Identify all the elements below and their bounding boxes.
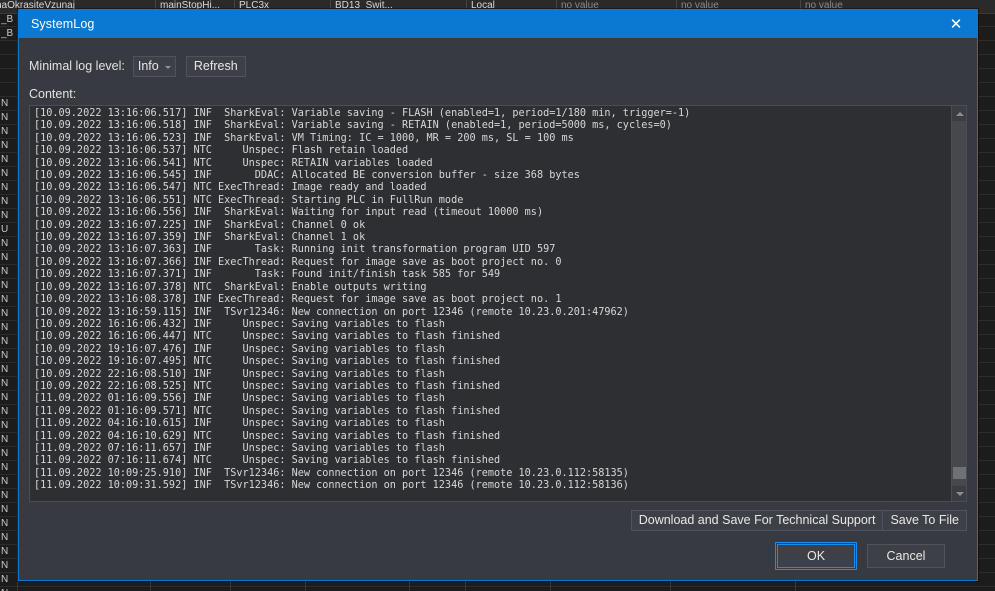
log-line: [10.09.2022 22:16:08.525] NTC Unspec: Sa… — [34, 380, 501, 392]
background-row-label: N — [1, 140, 9, 151]
dialog-title: SystemLog — [31, 17, 95, 31]
background-row-label: N — [1, 182, 9, 193]
background-row-label: N — [1, 560, 9, 571]
log-line: [11.09.2022 07:16:11.657] INF Unspec: Sa… — [34, 442, 445, 454]
log-vertical-scrollbar[interactable] — [951, 106, 966, 501]
log-line: [10.09.2022 13:16:06.545] INF DDAC: Allo… — [34, 170, 580, 182]
background-row-label: N — [1, 364, 9, 375]
log-line: [10.09.2022 22:16:08.510] INF Unspec: Sa… — [34, 368, 445, 380]
background-row-label: N — [1, 587, 15, 591]
log-line: [10.09.2022 13:16:06.517] INF SharkEval:… — [34, 108, 691, 119]
background-row-label: N — [1, 126, 9, 137]
log-line: [11.09.2022 04:16:10.615] INF Unspec: Sa… — [34, 418, 445, 430]
refresh-button[interactable]: Refresh — [185, 55, 246, 77]
background-row-label: N — [1, 462, 9, 473]
background-row-label: N — [1, 406, 9, 417]
scrollbar-thumb[interactable] — [953, 467, 966, 479]
log-line: [10.09.2022 13:16:07.371] INF Task: Foun… — [34, 269, 501, 281]
background-row-label: U — [1, 224, 9, 235]
background-row-label: N — [1, 322, 9, 333]
log-text-area[interactable]: [10.09.2022 13:16:06.517] INF SharkEval:… — [30, 106, 951, 501]
log-line: [11.09.2022 10:09:31.592] INF TSvr12346:… — [34, 480, 629, 492]
dialog-titlebar: SystemLog ✕ — [19, 10, 977, 38]
background-row-label: N — [1, 168, 9, 179]
close-icon[interactable]: ✕ — [935, 10, 977, 38]
background-row-label: _B — [1, 28, 14, 39]
content-label: Content: — [29, 87, 77, 101]
background-row-label: N — [1, 504, 9, 515]
log-line: [10.09.2022 13:16:06.518] INF SharkEval:… — [34, 120, 672, 132]
log-line: [10.09.2022 16:16:06.432] INF Unspec: Sa… — [34, 318, 445, 330]
log-line: [10.09.2022 13:16:06.541] NTC Unspec: RE… — [34, 157, 433, 169]
background-row-label: N — [1, 294, 9, 305]
log-line: [10.09.2022 19:16:07.495] NTC Unspec: Sa… — [34, 356, 501, 368]
background-row-label: N — [1, 154, 9, 165]
log-line: [11.09.2022 01:16:09.571] NTC Unspec: Sa… — [34, 405, 501, 417]
background-row-label: N — [1, 420, 9, 431]
cancel-button[interactable]: Cancel — [867, 544, 945, 568]
background-row-label: N — [1, 532, 9, 543]
background-row-label: N — [1, 546, 9, 557]
log-line: [11.09.2022 01:16:09.556] INF Unspec: Sa… — [34, 393, 445, 405]
background-row-label: N — [1, 308, 9, 319]
log-line: [10.09.2022 13:16:07.366] INF ExecThread… — [34, 256, 562, 268]
background-row-label: N — [1, 350, 9, 361]
screen: chaOkrasiteVzunajmainStopHi...PLC3xBD13_… — [0, 0, 995, 591]
systemlog-dialog: SystemLog ✕ Minimal log level: Info Refr… — [18, 9, 978, 581]
log-line: [10.09.2022 19:16:07.476] INF Unspec: Sa… — [34, 343, 445, 355]
log-line: [10.09.2022 13:16:06.556] INF SharkEval:… — [34, 207, 544, 219]
chevron-down-icon — [164, 65, 171, 69]
log-line: [10.09.2022 13:16:06.523] INF SharkEval:… — [34, 132, 574, 144]
dialog-footer: OK Cancel — [29, 531, 967, 580]
chevron-down-icon — [955, 491, 964, 496]
log-line: [10.09.2022 16:16:06.447] NTC Unspec: Sa… — [34, 331, 501, 343]
log-line: [11.09.2022 07:16:11.674] NTC Unspec: Sa… — [34, 455, 501, 467]
download-support-button[interactable]: Download and Save For Technical Support — [630, 510, 884, 531]
log-line: [10.09.2022 13:16:07.359] INF SharkEval:… — [34, 232, 366, 244]
log-line: [11.09.2022 04:16:10.629] NTC Unspec: Sa… — [34, 430, 501, 442]
log-line: [10.09.2022 13:16:06.551] NTC ExecThread… — [34, 194, 464, 206]
log-line: [10.09.2022 13:16:07.378] NTC SharkEval:… — [34, 281, 427, 293]
background-row-label: N — [1, 266, 9, 277]
scroll-down-button[interactable] — [952, 486, 966, 501]
background-row-label: N — [1, 112, 9, 123]
log-output-panel: [10.09.2022 13:16:06.517] INF SharkEval:… — [29, 105, 967, 502]
log-line: [10.09.2022 13:16:07.225] INF SharkEval:… — [34, 219, 366, 231]
background-row-label: N — [1, 98, 9, 109]
background-row-label: N — [1, 490, 9, 501]
background-row-label: N — [1, 574, 9, 585]
background-row-label: _B — [1, 14, 14, 25]
log-line: [10.09.2022 13:16:08.378] INF ExecThread… — [34, 294, 562, 306]
log-line: [11.09.2022 10:09:25.910] INF TSvr12346:… — [34, 467, 629, 479]
log-line: [10.09.2022 13:16:06.547] NTC ExecThread… — [34, 182, 427, 194]
log-level-value: Info — [137, 59, 159, 73]
background-row-label: N — [1, 392, 9, 403]
background-row-label: N — [1, 196, 9, 207]
background-row-label: N — [1, 238, 9, 249]
background-row-label: N — [1, 336, 9, 347]
background-row-label: N — [1, 252, 9, 263]
chevron-up-icon — [955, 111, 964, 116]
scrollbar-track[interactable] — [952, 121, 966, 486]
log-line: [10.09.2022 13:16:07.363] INF Task: Runn… — [34, 244, 556, 256]
dialog-body: Minimal log level: Info Refresh Content:… — [19, 38, 977, 580]
save-to-file-button[interactable]: Save To File — [882, 510, 967, 531]
log-line: [10.09.2022 13:16:06.537] NTC Unspec: Fl… — [34, 145, 409, 157]
log-level-label: Minimal log level: — [29, 59, 125, 73]
background-row-label: N — [1, 378, 9, 389]
background-row-label: N — [1, 210, 9, 221]
save-actions-row: Download and Save For Technical Support … — [29, 510, 967, 531]
ok-button[interactable]: OK — [775, 542, 857, 570]
background-row-label: N — [1, 434, 9, 445]
background-row-label: N — [1, 476, 9, 487]
background-row-label: N — [1, 280, 9, 291]
background-row-label: N — [1, 448, 9, 459]
log-line: [10.09.2022 13:16:59.115] INF TSvr12346:… — [34, 306, 629, 318]
scroll-up-button[interactable] — [952, 106, 966, 121]
log-level-select[interactable]: Info — [132, 55, 176, 77]
background-row-label: N — [1, 518, 9, 529]
log-level-toolbar: Minimal log level: Info Refresh — [29, 55, 967, 77]
